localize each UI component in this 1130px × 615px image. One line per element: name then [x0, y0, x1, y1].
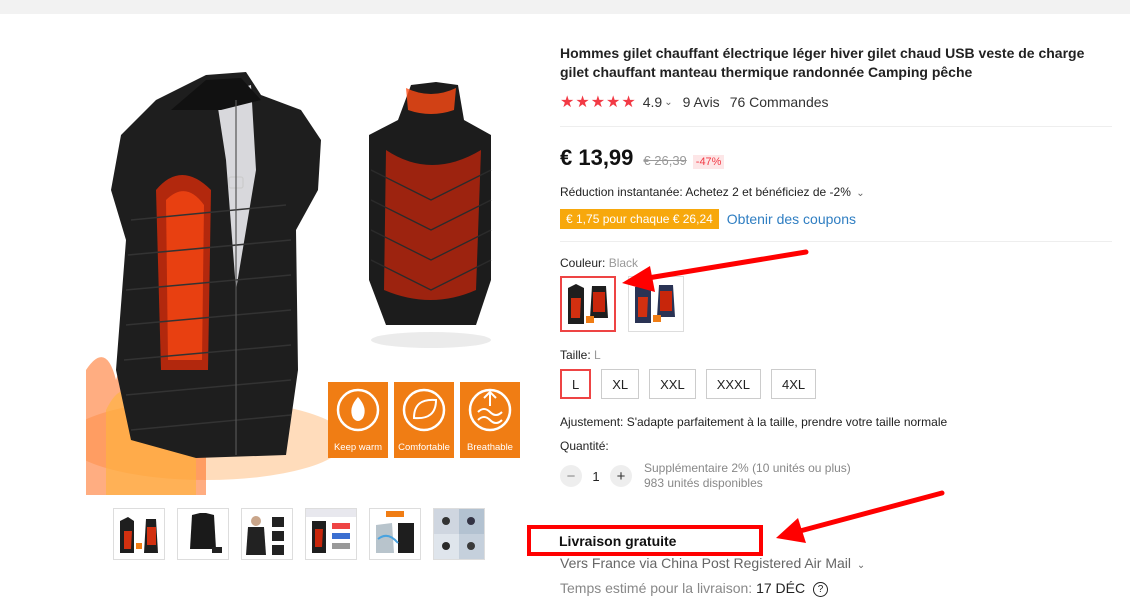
- bulk-discount-note: Supplémentaire 2% (10 unités ou plus): [644, 461, 851, 475]
- chevron-down-icon: ⌄: [856, 560, 866, 571]
- fit-note: Ajustement: S'adapte parfaitement à la t…: [560, 415, 948, 429]
- free-shipping-highlight: Livraison gratuite: [527, 525, 763, 556]
- instant-discount-text: Réduction instantanée: Achetez 2 et béné…: [560, 185, 851, 199]
- coupon-row: € 1,75 pour chaque € 26,24 Obtenir des c…: [560, 209, 1112, 229]
- color-options: [560, 276, 1112, 332]
- thumbnail-6[interactable]: [433, 508, 485, 560]
- shipping-method-text: Vers France via China Post Registered Ai…: [560, 555, 852, 571]
- rating-stars-icon: ★★★★★: [560, 94, 637, 111]
- price-row: € 13,99 € 26,39 -47%: [560, 145, 1112, 171]
- size-option-xxl[interactable]: XXL: [649, 369, 696, 399]
- quantity-value[interactable]: 1: [582, 469, 610, 484]
- divider: [560, 241, 1112, 242]
- size-option-4xl[interactable]: 4XL: [770, 369, 817, 399]
- rating-value[interactable]: 4.9: [643, 94, 662, 110]
- orders-count: 76 Commandes: [729, 94, 829, 110]
- arrow-to-free-shipping-icon: [776, 490, 945, 543]
- color-label: Couleur: Black: [560, 256, 1112, 270]
- size-option-xxxl[interactable]: XXXL: [705, 369, 761, 399]
- get-coupons-link[interactable]: Obtenir des coupons: [727, 211, 856, 227]
- quantity-notes: Supplémentaire 2% (10 unités ou plus) 98…: [644, 461, 851, 491]
- divider: [560, 126, 1112, 127]
- original-price: € 26,39: [643, 153, 687, 168]
- stock-available: 983 unités disponibles: [644, 476, 763, 490]
- badge-comfortable: Comfortable: [394, 382, 454, 458]
- delivery-date: 17 DÉC: [756, 580, 806, 596]
- product-info: Hommes gilet chauffant électrique léger …: [560, 44, 1112, 491]
- quantity-increase-button[interactable]: +: [610, 465, 632, 487]
- product-title: Hommes gilet chauffant électrique léger …: [560, 45, 1085, 80]
- help-icon[interactable]: ?: [813, 581, 828, 597]
- badge-keep-warm: Keep warm: [328, 382, 388, 458]
- thumbnail-3[interactable]: [241, 508, 293, 560]
- quantity-decrease-button[interactable]: −: [560, 465, 582, 487]
- size-selected: L: [594, 348, 601, 362]
- color-swatch-blue[interactable]: [628, 276, 684, 332]
- quantity-stepper: − 1 + Supplémentaire 2% (10 unités ou pl…: [560, 461, 1112, 491]
- color-label-text: Couleur:: [560, 256, 606, 270]
- badge-breathable: Breathable: [460, 382, 520, 458]
- svg-text:Breathable: Breathable: [467, 442, 513, 453]
- chevron-down-icon[interactable]: ⌄: [664, 97, 672, 108]
- size-label: Taille: L: [560, 348, 1112, 362]
- discount-badge: -47%: [692, 155, 725, 169]
- size-option-l[interactable]: L: [560, 369, 592, 399]
- main-product-image[interactable]: Keep warm Comfortable Breathable: [66, 40, 526, 495]
- delivery-estimate: Temps estimé pour la livraison: 17 DÉC ?: [560, 580, 828, 597]
- thumbnail-1[interactable]: [113, 508, 165, 560]
- chevron-down-icon: ⌄: [856, 188, 865, 199]
- thumbnail-2[interactable]: [177, 508, 229, 560]
- svg-text:Comfortable: Comfortable: [398, 442, 450, 453]
- svg-text:Keep warm: Keep warm: [334, 442, 382, 453]
- rating-row: ★★★★★ 4.9 ⌄ 9 Avis 76 Commandes: [560, 92, 1112, 112]
- top-nav-strip: [0, 0, 1130, 14]
- size-label-text: Taille:: [560, 348, 591, 362]
- color-swatch-black[interactable]: [560, 276, 616, 332]
- delivery-estimate-label: Temps estimé pour la livraison:: [560, 580, 753, 596]
- current-price: € 13,99: [560, 145, 634, 170]
- instant-discount[interactable]: Réduction instantanée: Achetez 2 et béné…: [560, 185, 1112, 199]
- size-option-xl[interactable]: XL: [601, 369, 640, 399]
- coupon-badge: € 1,75 pour chaque € 26,24: [560, 209, 719, 229]
- shipping-method[interactable]: Vers France via China Post Registered Ai…: [560, 555, 865, 571]
- color-selected: Black: [608, 256, 639, 270]
- free-shipping-label: Livraison gratuite: [559, 532, 677, 549]
- reviews-link[interactable]: 9 Avis: [683, 94, 720, 110]
- size-options: L XL XXL XXXL 4XL: [560, 369, 1112, 399]
- quantity-label: Quantité:: [560, 439, 609, 453]
- thumbnail-5[interactable]: [369, 508, 421, 560]
- thumbnail-4[interactable]: [305, 508, 357, 560]
- thumbnail-strip: [113, 508, 485, 560]
